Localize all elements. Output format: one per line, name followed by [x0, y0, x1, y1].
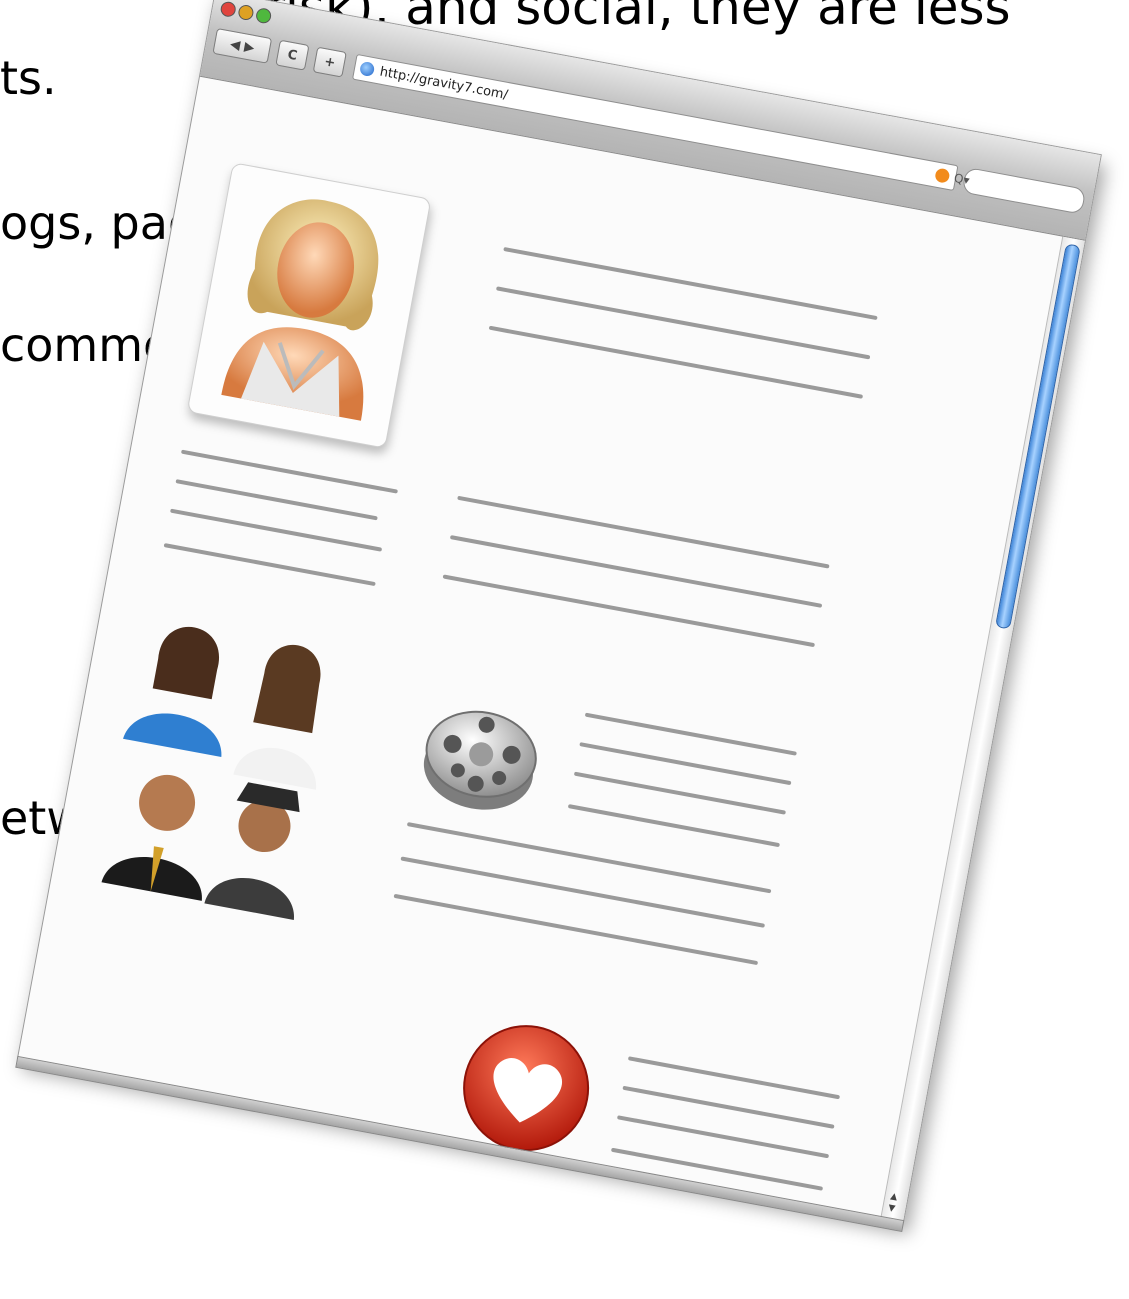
globe-icon	[358, 60, 376, 78]
text-placeholder-line	[449, 535, 823, 608]
close-icon[interactable]	[219, 0, 237, 18]
profile-card[interactable]	[186, 162, 432, 449]
text-placeholder-line	[442, 574, 815, 648]
text-placeholder-line	[400, 856, 766, 928]
text-placeholder-line	[495, 286, 871, 360]
text-placeholder-line	[503, 246, 878, 321]
browser-window: ◀ ▶ C + http://gravity7.com/ Q▾ ▲ ▼	[15, 0, 1102, 1233]
text-placeholder-line	[163, 543, 376, 587]
page-content	[18, 77, 1063, 1218]
people-group-icon	[101, 626, 321, 920]
scroll-down-arrow-icon[interactable]: ▼	[887, 1203, 896, 1214]
zoom-icon[interactable]	[254, 7, 273, 25]
text-placeholder-line	[567, 804, 780, 848]
reload-button[interactable]: C	[275, 39, 310, 71]
search-placeholder: Q▾	[952, 170, 971, 188]
text-placeholder-line	[393, 893, 759, 966]
slide-text-line-2: ts.	[0, 51, 57, 105]
film-reel-icon	[423, 710, 537, 810]
search-field[interactable]: Q▾	[934, 166, 1087, 215]
text-placeholder-line	[610, 1147, 824, 1191]
avatar-woman-icon	[221, 199, 379, 421]
text-placeholder-line	[457, 495, 830, 569]
back-forward-button[interactable]: ◀ ▶	[212, 28, 273, 64]
minimize-icon[interactable]	[237, 3, 255, 22]
scroll-up-arrow-icon[interactable]: ▲	[890, 1191, 899, 1202]
url-text: http://gravity7.com/	[378, 64, 510, 103]
text-placeholder-line	[488, 325, 864, 399]
add-bookmark-button[interactable]: +	[312, 46, 347, 78]
